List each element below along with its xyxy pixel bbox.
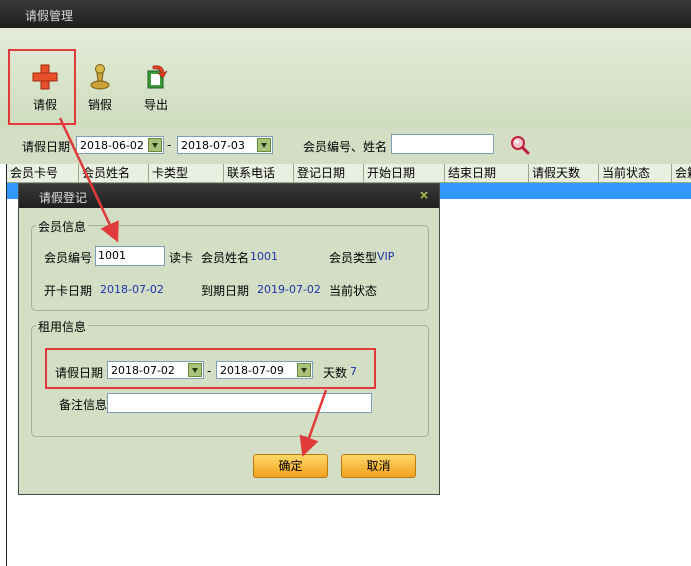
status-label: 当前状态 [329, 284, 378, 298]
cancel-leave-button-label: 销假 [87, 98, 112, 112]
read-card-button[interactable]: 读卡 [169, 249, 193, 266]
column-header[interactable]: 当前状态 [599, 164, 672, 182]
member-name-label: 会员姓名 [201, 251, 250, 265]
rental-info-group-label: 租用信息 [36, 318, 89, 335]
leave-date-highlight [45, 348, 376, 389]
window-title: 请假管理 [25, 9, 74, 23]
window-titlebar: 请假管理 [0, 0, 691, 28]
column-header[interactable]: 会籍 [672, 164, 691, 182]
chevron-down-icon[interactable] [148, 138, 162, 152]
close-icon[interactable]: × [419, 188, 429, 202]
cancel-leave-button[interactable]: 销假 [70, 48, 130, 118]
export-icon [147, 65, 168, 89]
column-header[interactable]: 会员姓名 [79, 164, 149, 182]
member-type-label: 会员类型 [329, 251, 378, 265]
leave-management-window: 请假管理 请假 销假 导出 请假日期 2018-06-02 - 2018-07-… [0, 0, 691, 566]
leave-registration-dialog: 请假登记 × 会员信息 会员编号 1001 读卡 会员姓名 1001 会员类型 … [18, 183, 440, 495]
column-header[interactable]: 请假天数 [529, 164, 599, 182]
filter-date-to-select[interactable]: 2018-07-03 [177, 136, 273, 154]
expire-date-value: 2019-07-02 [257, 283, 321, 296]
search-icon[interactable] [510, 135, 530, 155]
export-button[interactable]: 导出 [126, 48, 186, 118]
column-header[interactable]: 登记日期 [294, 164, 364, 182]
toolbar: 请假 销假 导出 [0, 28, 691, 129]
remark-label: 备注信息 [59, 398, 108, 412]
open-date-label: 开卡日期 [44, 284, 93, 298]
confirm-button[interactable]: 确定 [253, 454, 328, 478]
column-header[interactable]: 开始日期 [364, 164, 445, 182]
filter-date-from-value: 2018-06-02 [80, 139, 144, 152]
filter-date-label: 请假日期 [22, 140, 71, 154]
member-no-input[interactable]: 1001 [95, 246, 165, 266]
cancel-button[interactable]: 取消 [341, 454, 416, 478]
member-info-group-label: 会员信息 [36, 218, 89, 235]
filter-date-from-select[interactable]: 2018-06-02 [76, 136, 164, 154]
chevron-down-icon[interactable] [257, 138, 271, 152]
filter-date-to-value: 2018-07-03 [181, 139, 245, 152]
member-search-input[interactable] [391, 134, 494, 154]
column-header[interactable]: 联系电话 [224, 164, 294, 182]
table-header: 会员卡号 会员姓名 卡类型 联系电话 登记日期 开始日期 结束日期 请假天数 当… [7, 164, 691, 183]
expire-date-label: 到期日期 [201, 284, 250, 298]
open-date-value: 2018-07-02 [100, 283, 164, 296]
member-name-value: 1001 [250, 250, 278, 263]
filter-bar: 请假日期 2018-06-02 - 2018-07-03 会员编号、姓名 [0, 128, 691, 164]
column-header[interactable]: 结束日期 [445, 164, 529, 182]
remark-input[interactable] [107, 393, 372, 413]
member-search-label: 会员编号、姓名 [303, 140, 388, 154]
filter-date-separator: - [167, 138, 172, 152]
leave-button-highlight [8, 49, 76, 125]
export-button-label: 导出 [143, 98, 168, 112]
member-no-label: 会员编号 [44, 251, 93, 265]
column-header[interactable]: 会员卡号 [7, 164, 79, 182]
dialog-title: 请假登记 [39, 191, 88, 205]
dialog-titlebar: 请假登记 × [19, 184, 439, 208]
pawn-icon [90, 64, 110, 90]
column-header[interactable]: 卡类型 [149, 164, 224, 182]
member-type-value: VIP [377, 250, 395, 263]
